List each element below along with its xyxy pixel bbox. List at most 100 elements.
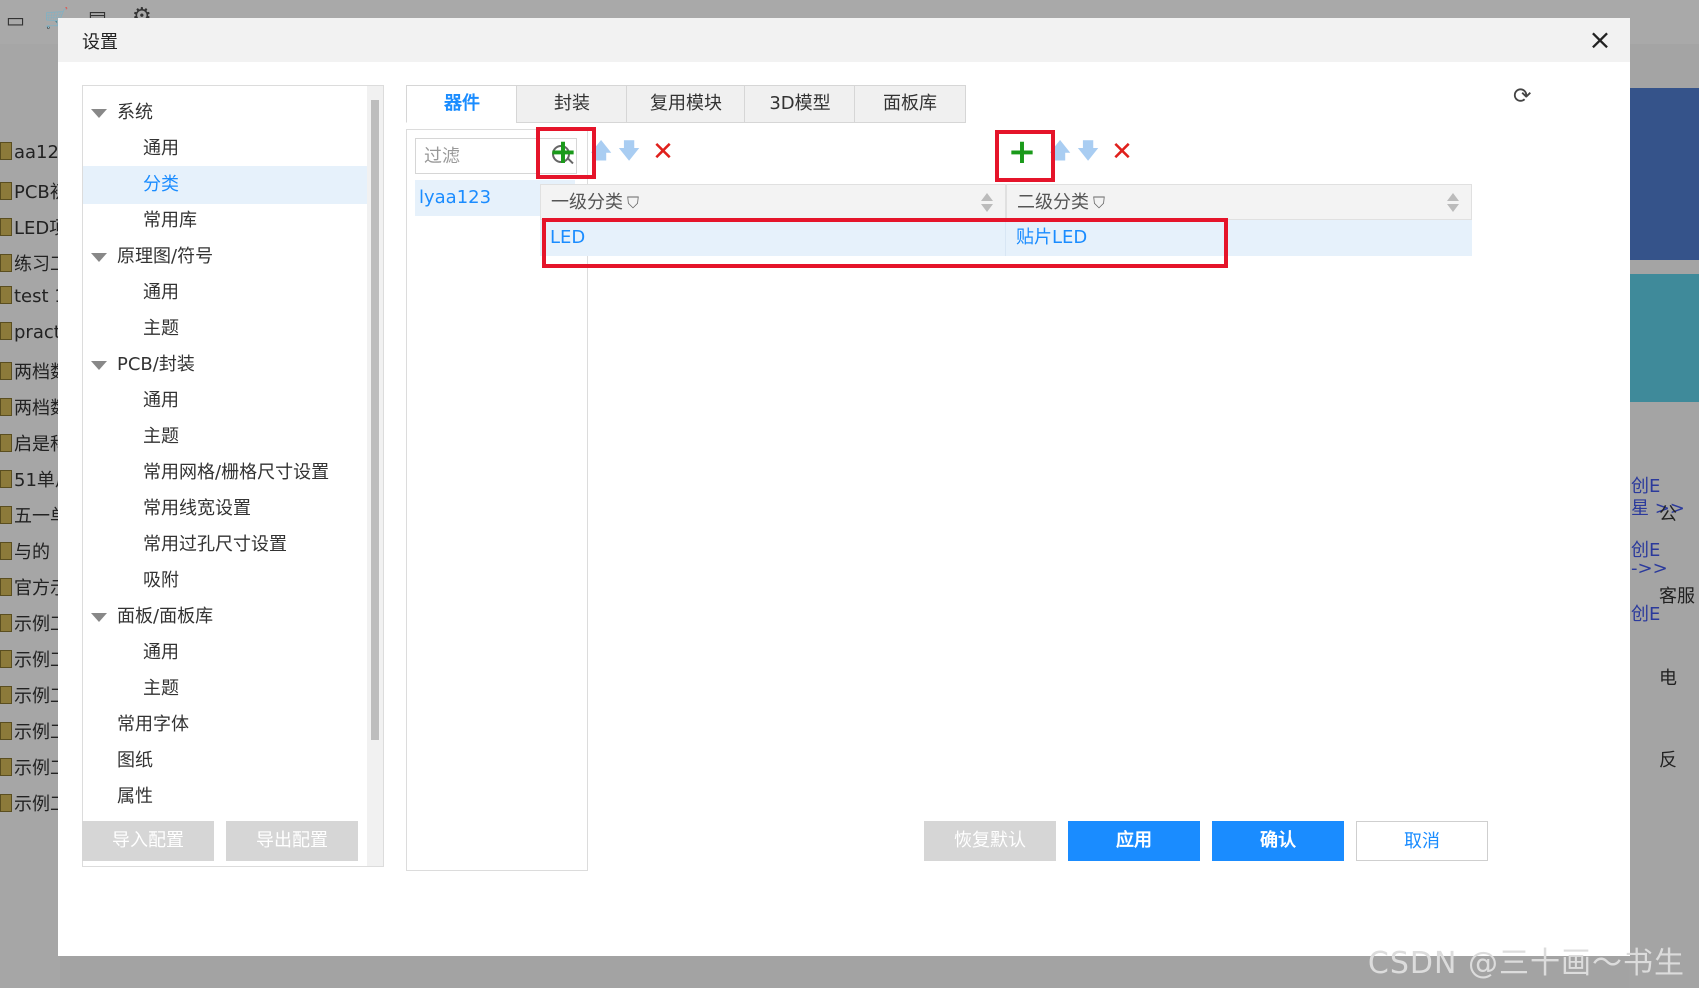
filter-input[interactable] <box>422 139 546 173</box>
restore-default-button[interactable]: 恢复默认 <box>924 821 1056 861</box>
close-icon: × <box>1588 23 1612 56</box>
refresh-icon[interactable]: ⟳ <box>1513 84 1531 109</box>
background-list-item: 两档数 <box>0 394 60 428</box>
background-banner-image <box>1629 88 1699 260</box>
tree-node-label: 通用 <box>143 390 179 411</box>
folder-icon <box>0 286 12 304</box>
tree-node[interactable]: 属性 <box>83 778 383 816</box>
highlight-box <box>542 218 1228 268</box>
tree-node-label: 原理图/符号 <box>117 246 214 267</box>
tree-node[interactable]: 主题 <box>83 310 383 348</box>
background-list-item: 与的 <box>0 538 60 572</box>
highlight-box <box>536 127 596 179</box>
tree-node[interactable]: 主题 <box>83 418 383 456</box>
tree-node-label: 图纸 <box>117 750 153 771</box>
import-config-button[interactable]: 导入配置 <box>82 821 214 861</box>
background-list-item: practi <box>0 322 60 356</box>
apply-button[interactable]: 应用 <box>1068 821 1200 861</box>
delete-primary-category-button[interactable]: ✕ <box>645 134 681 170</box>
column-header-label: 二级分类 <box>1017 192 1089 213</box>
background-list-label: 示例工 <box>14 614 60 635</box>
tab[interactable]: 器件 <box>406 85 518 123</box>
background-list-label: PCB初 <box>14 182 60 203</box>
tree-node[interactable]: 主题 <box>83 670 383 708</box>
move-down-primary-button[interactable]: 🡇 <box>611 134 647 170</box>
cancel-button[interactable]: 取消 <box>1356 821 1488 861</box>
tab[interactable]: 3D模型 <box>744 85 856 123</box>
folder-icon <box>0 650 12 668</box>
watermark: CSDN @三十画～书生 <box>1367 946 1685 981</box>
background-list-item: LED项 <box>0 214 60 248</box>
background-link: ->> <box>1631 558 1668 579</box>
tree-node[interactable]: 通用 <box>83 130 383 168</box>
tree-node-label: 通用 <box>143 138 179 159</box>
background-list-label: 两档数 <box>14 398 60 419</box>
background-list-label: 五一单 <box>14 506 60 527</box>
tree-node-label: 通用 <box>143 642 179 663</box>
folder-icon <box>0 218 12 236</box>
confirm-button[interactable]: 确认 <box>1212 821 1344 861</box>
filter-icon[interactable]: ⛉ <box>627 185 639 221</box>
tree-node[interactable]: 分类 <box>83 166 383 204</box>
background-list-label: aa123 <box>14 142 60 163</box>
close-button[interactable]: × <box>1584 24 1616 56</box>
tree-node[interactable]: 图纸 <box>83 742 383 780</box>
move-down-secondary-button[interactable]: 🡇 <box>1070 134 1106 170</box>
tree-node[interactable]: 常用过孔尺寸设置 <box>83 526 383 564</box>
background-list-item: 示例工 <box>0 646 60 680</box>
column-header-primary[interactable]: 一级分类 ⛉ <box>540 184 1006 220</box>
expand-triangle-icon[interactable] <box>91 613 107 622</box>
background-list-label: 示例工 <box>14 758 60 779</box>
tree-node[interactable]: 常用库 <box>83 202 383 240</box>
folder-icon <box>0 322 12 340</box>
tree-node[interactable]: PCB/封装 <box>83 346 383 384</box>
tab[interactable]: 面板库 <box>854 85 966 123</box>
background-promo-image <box>1629 274 1699 402</box>
tree-node-label: 常用网格/栅格尺寸设置 <box>143 462 330 483</box>
dialog-header: 设置 × <box>58 18 1630 62</box>
tab[interactable]: 复用模块 <box>626 85 746 123</box>
tree-node[interactable]: 常用线宽设置 <box>83 490 383 528</box>
delete-secondary-category-button[interactable]: ✕ <box>1104 134 1140 170</box>
tree-node-label: 主题 <box>143 678 179 699</box>
tree-node-label: 系统 <box>117 102 153 123</box>
tree-node[interactable]: 吸附 <box>83 562 383 600</box>
export-config-button[interactable]: 导出配置 <box>226 821 358 861</box>
tree-node[interactable]: 面板/面板库 <box>83 598 383 636</box>
background-list-item: 示例工 <box>0 718 60 752</box>
background-list-label: 示例工 <box>14 650 60 671</box>
tree-node[interactable]: 原理图/符号 <box>83 238 383 276</box>
expand-triangle-icon[interactable] <box>91 253 107 262</box>
background-list-item: aa123 <box>0 142 60 176</box>
tree-node-label: 分类 <box>143 174 179 195</box>
folder-icon <box>0 578 12 596</box>
folder-icon <box>0 542 12 560</box>
tree-node[interactable]: 系统 <box>83 94 383 132</box>
filter-icon[interactable]: ⛉ <box>1093 185 1105 221</box>
tree-scrollbar[interactable] <box>367 86 383 866</box>
folder-icon <box>0 434 12 452</box>
background-list-label: 练习工 <box>14 254 60 275</box>
background-list-label: 启是科 <box>14 434 60 455</box>
folder-icon <box>0 254 12 272</box>
expand-triangle-icon[interactable] <box>91 109 107 118</box>
sort-icon[interactable] <box>1447 193 1459 213</box>
tree-scrollbar-thumb[interactable] <box>371 100 379 740</box>
tree-node[interactable]: 通用 <box>83 274 383 312</box>
expand-triangle-icon[interactable] <box>91 361 107 370</box>
sort-icon[interactable] <box>981 193 993 213</box>
tree-node-label: 常用库 <box>143 210 197 231</box>
background-list-label: LED项 <box>14 218 60 239</box>
column-header-secondary[interactable]: 二级分类 ⛉ <box>1006 184 1472 220</box>
tree-node[interactable]: 常用网格/栅格尺寸设置 <box>83 454 383 492</box>
tree-node-label: PCB/封装 <box>117 354 195 375</box>
background-side-label: 公 <box>1659 504 1677 525</box>
tree-node-label: 属性 <box>117 786 153 807</box>
delete-icon: ✕ <box>652 137 674 167</box>
tree-node[interactable]: 通用 <box>83 382 383 420</box>
tree-node[interactable]: 通用 <box>83 634 383 672</box>
tree-node[interactable]: 常用字体 <box>83 706 383 744</box>
tab[interactable]: 封装 <box>516 85 628 123</box>
background-list-item: 示例工 <box>0 682 60 716</box>
delete-icon: ✕ <box>1111 137 1133 167</box>
